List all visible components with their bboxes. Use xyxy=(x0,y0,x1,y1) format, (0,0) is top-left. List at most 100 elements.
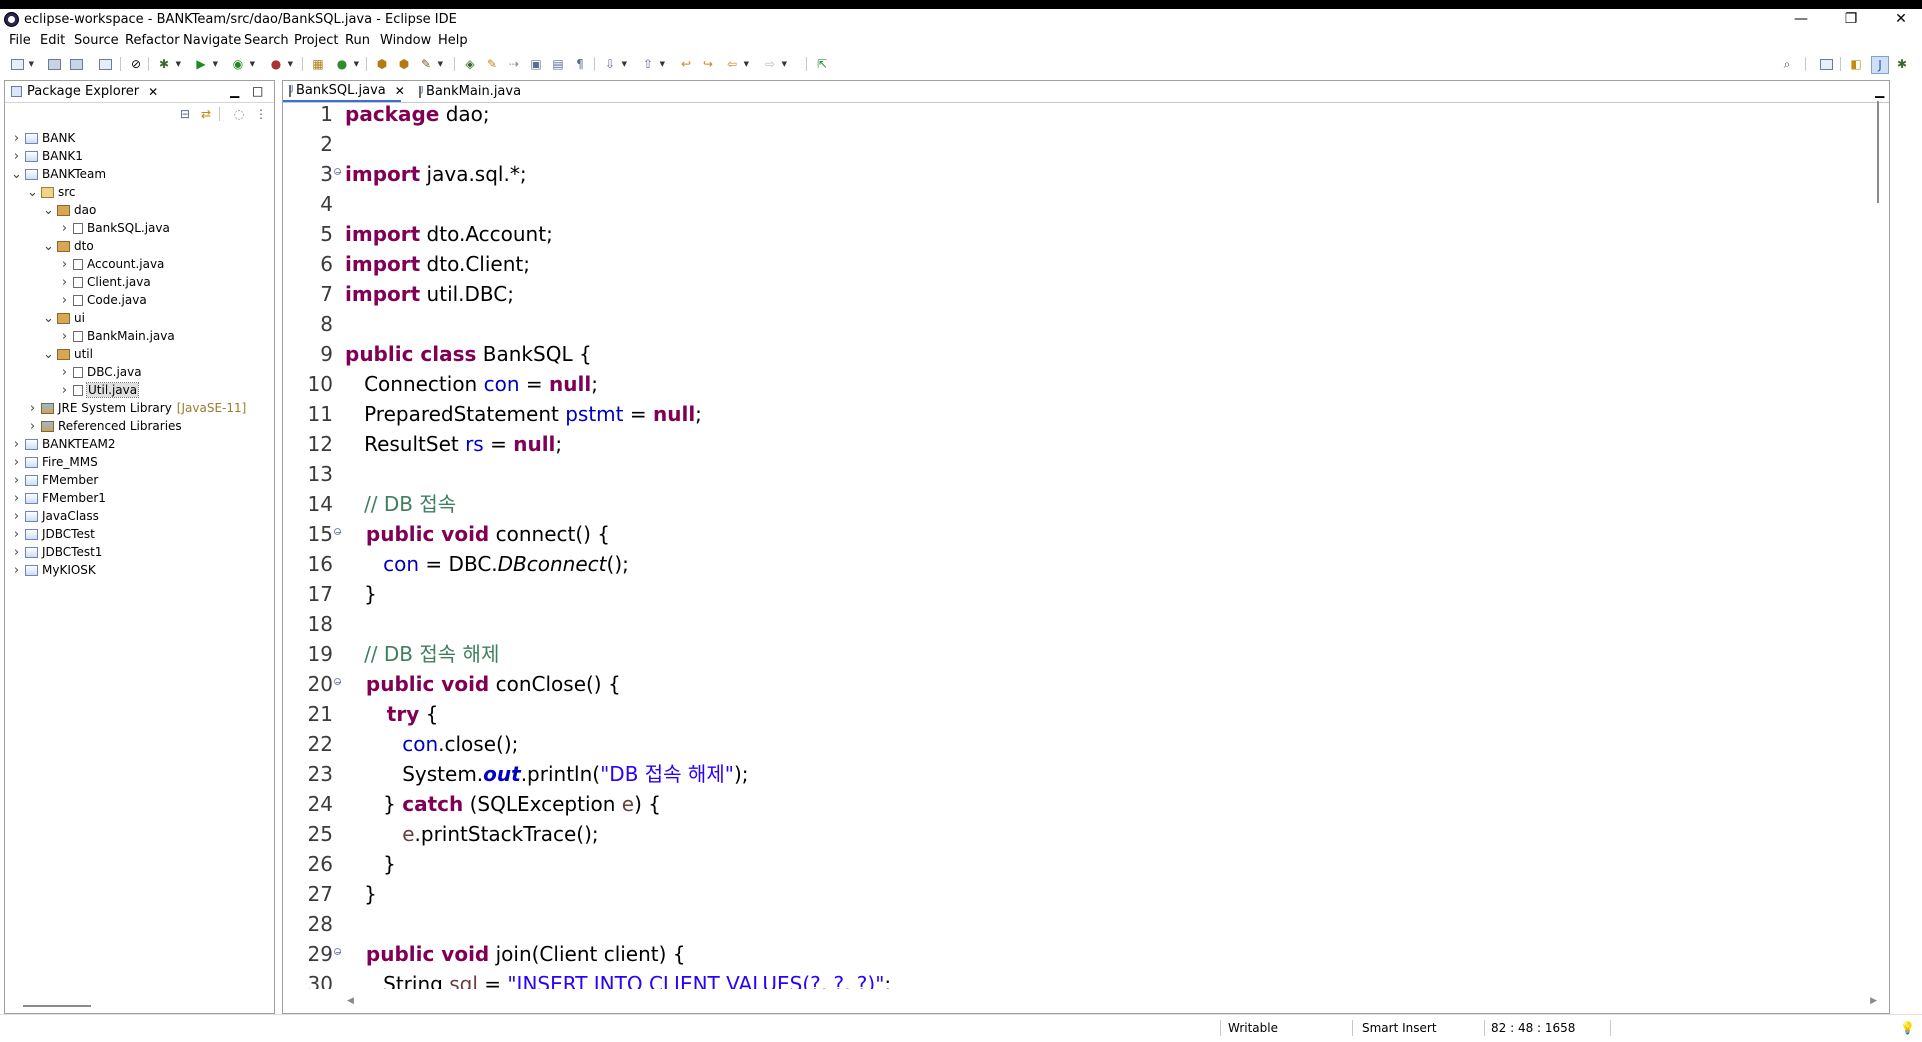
tree-item[interactable]: › BankSQL.java xyxy=(5,219,274,237)
tree-item[interactable]: › JDBCTest xyxy=(5,525,274,543)
tree-item[interactable]: › Client.java xyxy=(5,273,274,291)
tree-item[interactable]: ⌄ ui xyxy=(5,309,274,327)
next-annotation-icon[interactable]: ⇩ ▼ xyxy=(602,56,627,72)
tree-item[interactable]: › FMember1 xyxy=(5,489,274,507)
code-line[interactable]: 17 } xyxy=(283,579,1883,609)
java-ee-perspective-icon[interactable]: ◧ xyxy=(1848,56,1864,72)
debug-icon[interactable]: ✱ ▼ xyxy=(156,56,181,72)
code-line[interactable]: 28 xyxy=(283,909,1883,939)
tab-banksql-java[interactable]: BankSQL.java ✕ xyxy=(283,81,405,102)
menu-run[interactable]: Run xyxy=(345,33,370,48)
tree-item[interactable]: ⌄ src xyxy=(5,183,274,201)
scroll-thumb[interactable] xyxy=(1877,101,1879,203)
code-line[interactable]: 24 } catch (SQLException e) { xyxy=(283,789,1883,819)
chevron-right-icon[interactable]: › xyxy=(59,257,70,272)
coverage-icon[interactable]: ◉ ▼ xyxy=(230,56,255,72)
chevron-right-icon[interactable]: › xyxy=(11,563,22,578)
code-line[interactable]: 2 xyxy=(283,129,1883,159)
code-line[interactable]: 23 System.out.println("DB 접속 해제"); xyxy=(283,759,1883,789)
code-line[interactable]: 19 // DB 접속 해제 xyxy=(283,639,1883,669)
tree-item[interactable]: › Fire_MMS xyxy=(5,453,274,471)
maximize-view-icon[interactable]: □ xyxy=(252,84,263,98)
search-icon[interactable]: ⌕ xyxy=(1779,56,1795,72)
chevron-down-icon[interactable]: ⌄ xyxy=(43,347,54,362)
tree-item[interactable]: › DBC.java xyxy=(5,363,274,381)
close-icon[interactable]: ✕ xyxy=(148,85,158,99)
code-line[interactable]: 20− public void conClose() { xyxy=(283,669,1883,699)
tree-item[interactable]: › FMember xyxy=(5,471,274,489)
collapse-all-icon[interactable]: ⊟ xyxy=(177,106,193,122)
tree-item[interactable]: › JavaClass xyxy=(5,507,274,525)
chevron-right-icon[interactable]: › xyxy=(59,275,70,290)
code-line[interactable]: 6 import dto.Client; xyxy=(283,249,1883,279)
code-line[interactable]: 14 // DB 접속 xyxy=(283,489,1883,519)
horizontal-scrollbar[interactable] xyxy=(23,1005,91,1007)
forward-edit-icon[interactable]: ↪ xyxy=(700,56,716,72)
chevron-down-icon[interactable]: ⌄ xyxy=(43,203,54,218)
tree-item[interactable]: ⌄ BANKTeam xyxy=(5,165,274,183)
chevron-right-icon[interactable]: › xyxy=(27,401,38,416)
tab-bankmain-java[interactable]: BankMain.java xyxy=(413,81,525,102)
maximize-button[interactable]: ❐ xyxy=(1834,10,1868,28)
code-line[interactable]: 1 package dao; xyxy=(283,104,1883,129)
code-line[interactable]: 8 xyxy=(283,309,1883,339)
pin-editor-icon[interactable]: ⇱ xyxy=(814,56,830,72)
code-line[interactable]: 7 import util.DBC; xyxy=(283,279,1883,309)
chevron-right-icon[interactable]: › xyxy=(11,149,22,164)
last-edit-location-icon[interactable]: ↩ xyxy=(678,56,694,72)
tree-item[interactable]: › BANKTEAM2 xyxy=(5,435,274,453)
menu-refactor[interactable]: Refactor xyxy=(125,33,180,48)
minimize-button[interactable]: — xyxy=(1784,10,1818,28)
open-task-icon[interactable]: ⬢ xyxy=(396,56,412,72)
tree-item[interactable]: › Account.java xyxy=(5,255,274,273)
code-line[interactable]: 12 ResultSet rs = null; xyxy=(283,429,1883,459)
chevron-right-icon[interactable]: › xyxy=(11,509,22,524)
chevron-down-icon[interactable]: ⌄ xyxy=(27,185,38,200)
vertical-scrollbar[interactable] xyxy=(1871,101,1885,965)
menu-window[interactable]: Window xyxy=(380,33,431,48)
new-icon[interactable]: ▼ xyxy=(9,56,34,72)
fold-collapse-icon[interactable]: − xyxy=(334,948,342,957)
external-tools-icon[interactable]: ● ▼ xyxy=(268,56,293,72)
code-line[interactable]: 27 } xyxy=(283,879,1883,909)
open-type-icon[interactable]: ⬢ xyxy=(374,56,390,72)
code-line[interactable]: 4 xyxy=(283,189,1883,219)
tree-item[interactable]: ⌄ util xyxy=(5,345,274,363)
fold-collapse-icon[interactable]: − xyxy=(334,678,342,687)
menu-project[interactable]: Project xyxy=(294,33,338,48)
toggle-block-selection-icon[interactable]: ⇢ xyxy=(506,56,522,72)
new-java-class-icon[interactable]: ● ▼ xyxy=(334,56,359,72)
chevron-right-icon[interactable]: › xyxy=(59,221,70,236)
link-with-editor-icon[interactable]: ⇄ xyxy=(198,106,214,122)
tree-item[interactable]: › BANK1 xyxy=(5,147,274,165)
toggle-mark-occurrences-icon[interactable]: ◈ xyxy=(462,56,478,72)
skip-breakpoints-icon[interactable]: ⊘ xyxy=(128,56,144,72)
minimize-view-icon[interactable]: ▁ xyxy=(230,84,239,98)
view-menu-icon[interactable]: ⋮ xyxy=(253,106,269,122)
chevron-right-icon[interactable]: › xyxy=(59,329,70,344)
tab-package-explorer[interactable]: Package Explorer ✕ xyxy=(5,81,164,102)
tree-item[interactable]: › Referenced Libraries xyxy=(5,417,274,435)
open-console-icon[interactable] xyxy=(97,56,113,72)
show-source-only-icon[interactable]: ▤ xyxy=(550,56,566,72)
code-line[interactable]: 11 PreparedStatement pstmt = null; xyxy=(283,399,1883,429)
code-line[interactable]: 29− public void join(Client client) { xyxy=(283,939,1883,969)
minimize-view-icon[interactable]: ▁ xyxy=(1875,84,1884,98)
chevron-down-icon[interactable]: ⌄ xyxy=(43,239,54,254)
chevron-down-icon[interactable]: ⌄ xyxy=(11,167,22,182)
tree-item[interactable]: › Code.java xyxy=(5,291,274,309)
forward-icon[interactable]: ⇨ ▼ xyxy=(762,56,787,72)
code-line[interactable]: 10 Connection con = null; xyxy=(283,369,1883,399)
tree-item[interactable]: › JRE System Library [JavaSE-11] xyxy=(5,399,274,417)
chevron-right-icon[interactable]: › xyxy=(11,527,22,542)
chevron-right-icon[interactable]: › xyxy=(59,383,70,398)
menu-source[interactable]: Source xyxy=(74,33,119,48)
chevron-right-icon[interactable]: › xyxy=(27,419,38,434)
word-wrap-icon[interactable]: ▣ xyxy=(528,56,544,72)
code-line[interactable]: 18 xyxy=(283,609,1883,639)
horizontal-scrollbar[interactable]: ◀ ▶ xyxy=(347,996,1877,1008)
save-icon[interactable] xyxy=(46,56,62,72)
chevron-right-icon[interactable]: › xyxy=(11,455,22,470)
code-line[interactable]: 9 public class BankSQL { xyxy=(283,339,1883,369)
tree-item[interactable]: › BANK xyxy=(5,129,274,147)
